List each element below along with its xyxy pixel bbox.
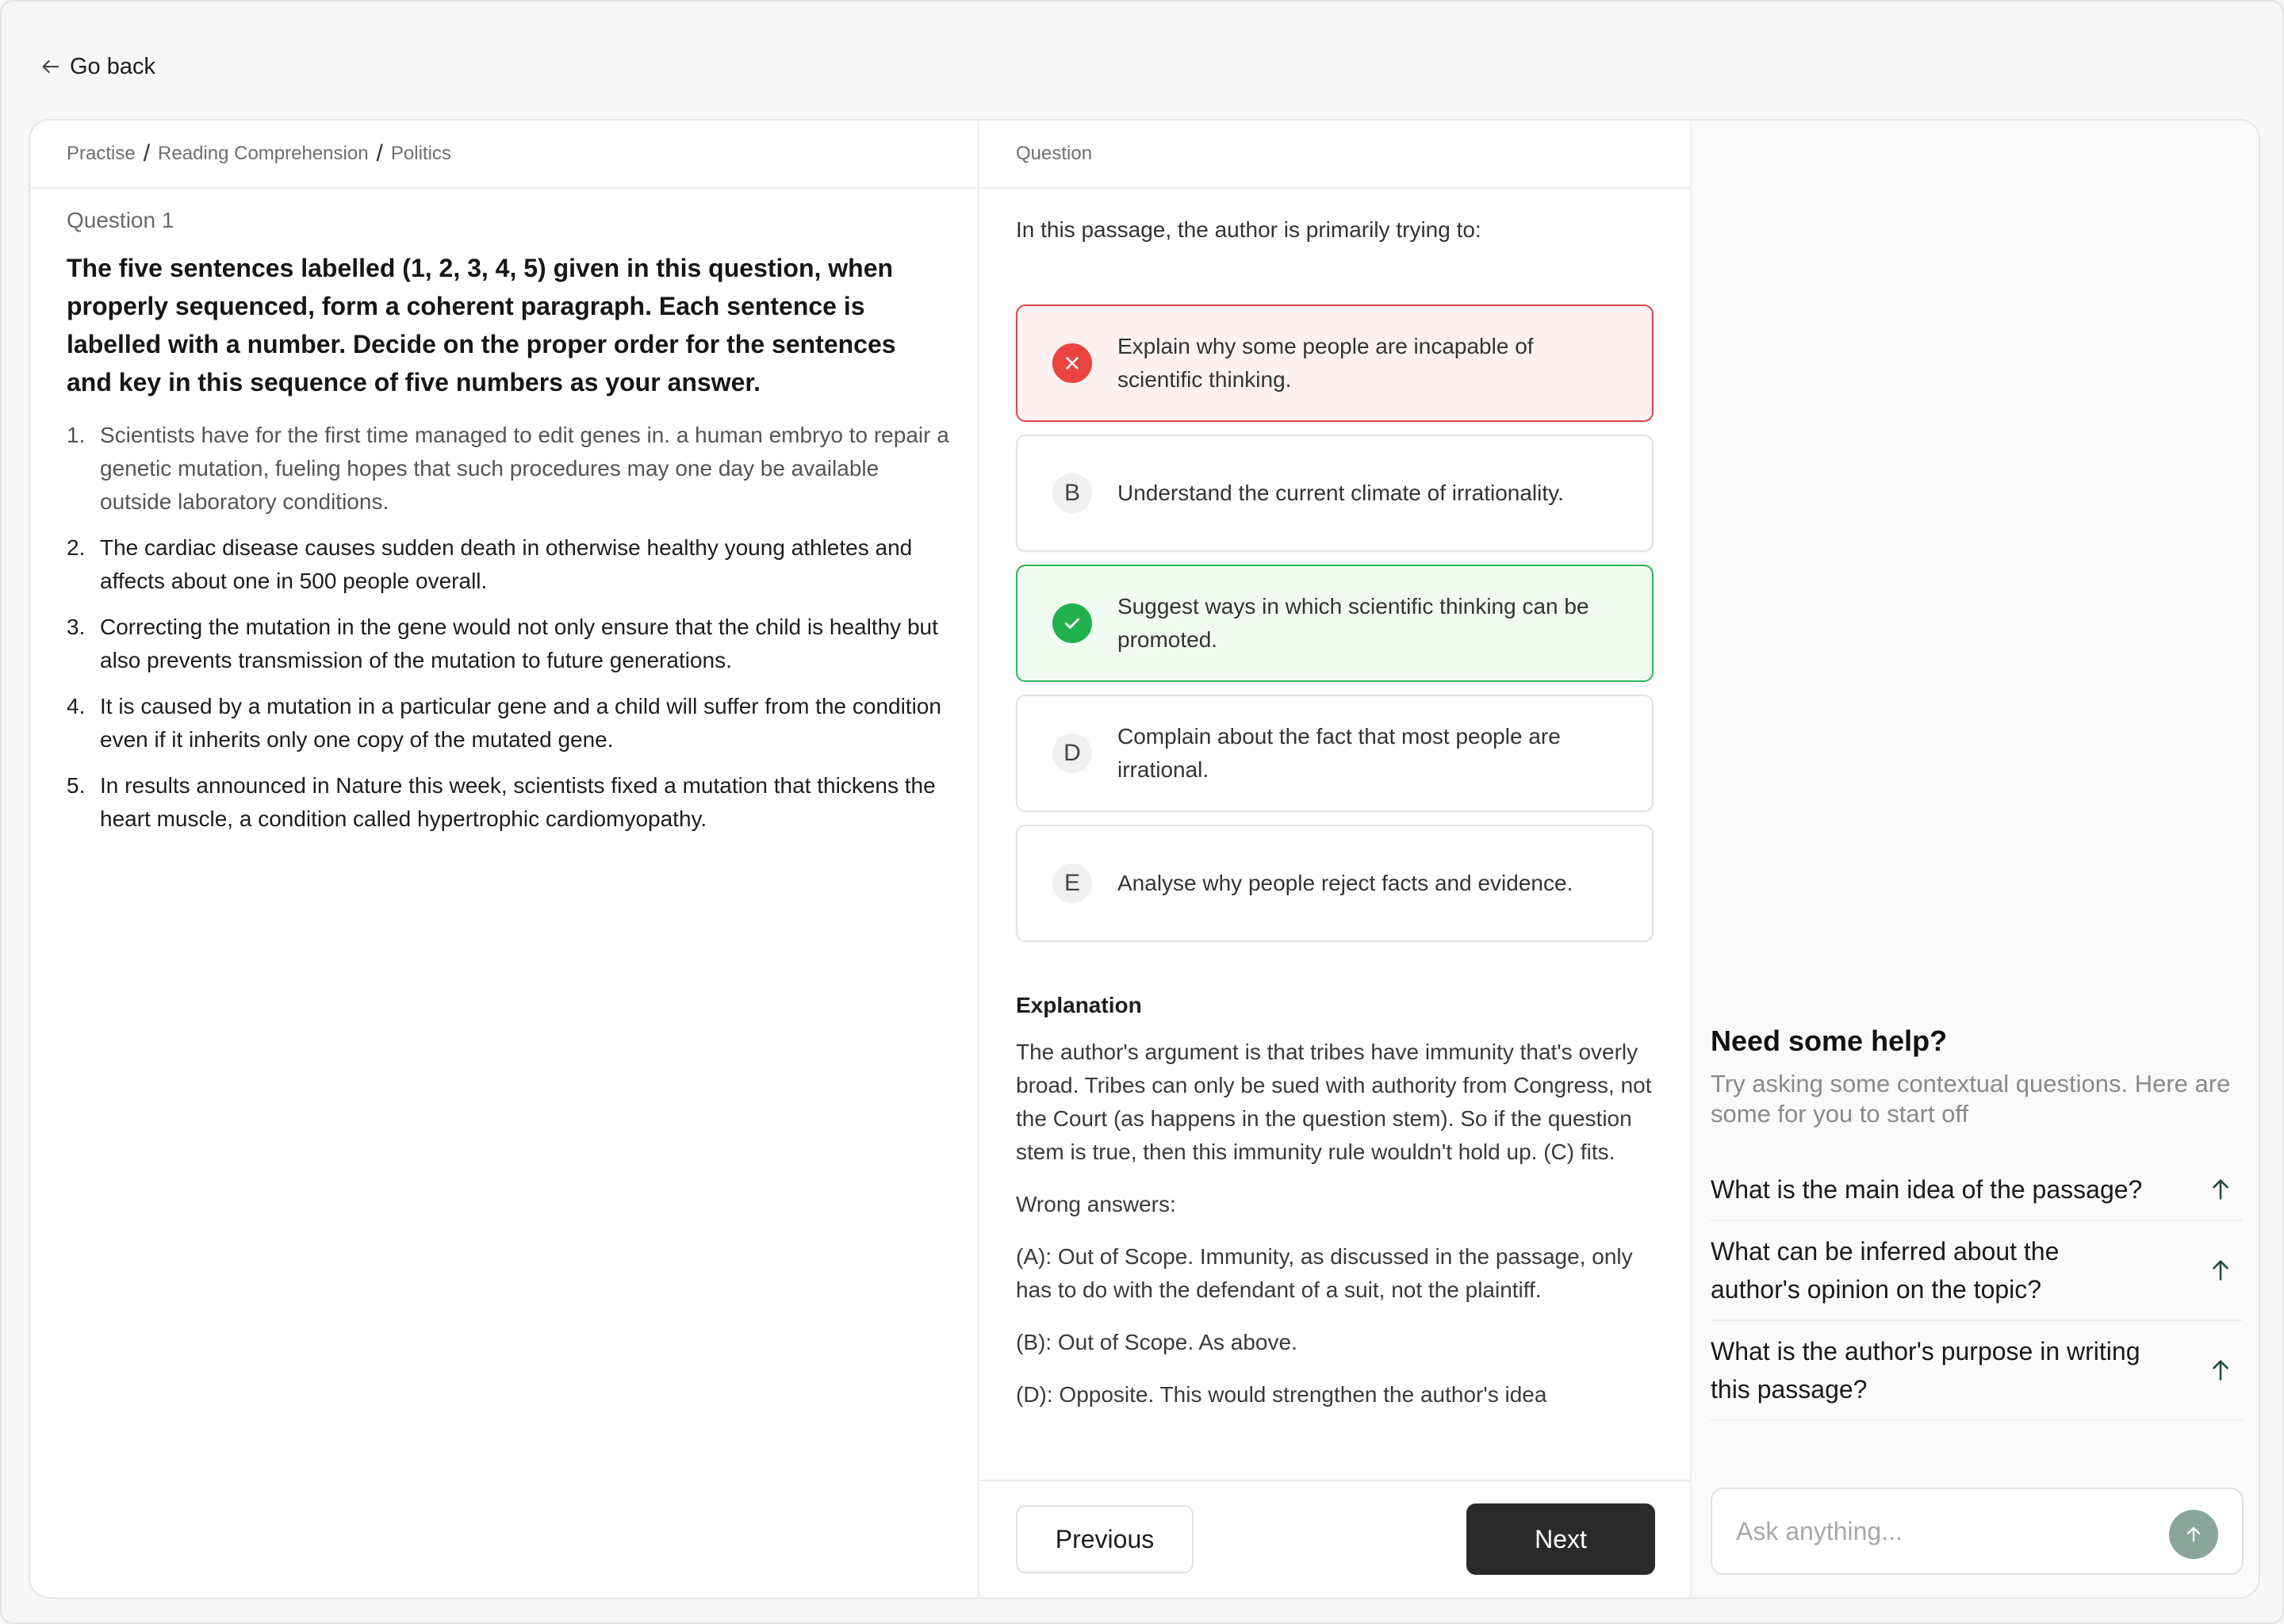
option-letter: E bbox=[1052, 864, 1092, 903]
breadcrumb-politics[interactable]: Politics bbox=[391, 143, 451, 165]
question-panel: Question In this passage, the author is … bbox=[979, 121, 1692, 1597]
option-c[interactable]: Suggest ways in which scientific thinkin… bbox=[1016, 565, 1654, 682]
sentence-text: The cardiac disease causes sudden death … bbox=[100, 535, 913, 593]
answer-options: Explain why some people are incapable of… bbox=[1016, 304, 1654, 955]
wrong-answer-icon bbox=[1052, 343, 1092, 383]
wrong-answers-heading: Wrong answers: bbox=[1016, 1192, 1176, 1216]
arrow-up-icon bbox=[2186, 1526, 2201, 1542]
sentence-text: Scientists have for the first time manag… bbox=[100, 423, 949, 514]
suggested-question-text: What is the author's purpose in writing … bbox=[1711, 1337, 2140, 1404]
help-subtitle: Try asking some contextual questions. He… bbox=[1711, 1070, 2231, 1128]
option-letter: B bbox=[1052, 473, 1092, 513]
sentence-list: 1. Scientists have for the first time man… bbox=[67, 419, 955, 848]
breadcrumb-reading-comprehension[interactable]: Reading Comprehension bbox=[158, 143, 369, 165]
suggested-question-text: What can be inferred about the author's … bbox=[1711, 1237, 2060, 1304]
breadcrumb-separator: / bbox=[376, 140, 383, 167]
option-b[interactable]: B Understand the current climate of irra… bbox=[1016, 435, 1654, 552]
wrong-answer-b: (B): Out of Scope. As above. bbox=[1016, 1330, 1297, 1354]
go-back-link[interactable]: Go back bbox=[40, 52, 155, 81]
breadcrumb-bar: Practise / Reading Comprehension / Polit… bbox=[30, 121, 978, 189]
option-text: Suggest ways in which scientific thinkin… bbox=[1117, 594, 1589, 652]
explanation-title: Explanation bbox=[1016, 993, 1142, 1017]
checkmark-icon bbox=[1052, 603, 1092, 643]
sentence-item: 3. Correcting the mutation in the gene wo… bbox=[67, 611, 955, 677]
sentence-number: 1. bbox=[67, 423, 86, 447]
question-header: Question bbox=[979, 121, 1690, 189]
suggested-questions: What is the main idea of the passage? Wh… bbox=[1711, 1159, 2242, 1421]
go-back-label: Go back bbox=[70, 53, 155, 79]
sentence-number: 3. bbox=[67, 615, 86, 639]
option-text: Complain about the fact that most people… bbox=[1117, 724, 1561, 782]
arrow-left-icon bbox=[42, 59, 59, 74]
wrong-answer-a: (A): Out of Scope. Immunity, as discusse… bbox=[1016, 1244, 1633, 1302]
sentence-text: It is caused by a mutation in a particul… bbox=[100, 694, 941, 752]
ask-input[interactable] bbox=[1736, 1516, 2148, 1546]
help-panel: Need some help? Try asking some contextu… bbox=[1692, 121, 2259, 1597]
help-title: Need some help? bbox=[1711, 1025, 1948, 1057]
wrong-answer-d: (D): Opposite. This would strengthen the… bbox=[1016, 1382, 1547, 1407]
suggested-question-text: What is the main idea of the passage? bbox=[1711, 1175, 2143, 1204]
sentence-number: 4. bbox=[67, 694, 86, 718]
option-a[interactable]: Explain why some people are incapable of… bbox=[1016, 304, 1654, 422]
arrow-up-icon bbox=[2213, 1360, 2228, 1381]
ask-input-box bbox=[1711, 1488, 2244, 1575]
sentence-item: 5. In results announced in Nature this we… bbox=[67, 769, 955, 836]
suggested-question[interactable]: What is the author's purpose in writing … bbox=[1711, 1321, 2242, 1421]
practice-card: Practise / Reading Comprehension / Polit… bbox=[29, 119, 2260, 1599]
option-e[interactable]: E Analyse why people reject facts and ev… bbox=[1016, 825, 1654, 942]
question-nav-bar: Previous Next bbox=[979, 1480, 1690, 1597]
sentence-text: In results announced in Nature this week… bbox=[100, 773, 936, 831]
question-number: Question 1 bbox=[67, 208, 174, 232]
sentence-number: 2. bbox=[67, 535, 86, 560]
breadcrumb-practise[interactable]: Practise bbox=[67, 143, 136, 165]
suggested-question[interactable]: What can be inferred about the author's … bbox=[1711, 1221, 2242, 1321]
arrow-up-icon bbox=[2213, 1260, 2228, 1281]
question-prompt: In this passage, the author is primarily… bbox=[1016, 217, 1481, 242]
sentence-item: 1. Scientists have for the first time man… bbox=[67, 419, 955, 519]
option-letter: D bbox=[1052, 733, 1092, 773]
next-button[interactable]: Next bbox=[1466, 1503, 1655, 1575]
send-button[interactable] bbox=[2169, 1510, 2218, 1559]
previous-button[interactable]: Previous bbox=[1016, 1505, 1194, 1573]
question-title: The five sentences labelled (1, 2, 3, 4,… bbox=[67, 254, 896, 396]
breadcrumb-separator: / bbox=[143, 140, 151, 167]
sentence-item: 4. It is caused by a mutation in a partic… bbox=[67, 690, 955, 756]
sentence-item: 2. The cardiac disease causes sudden deat… bbox=[67, 531, 955, 598]
option-text: Understand the current climate of irrati… bbox=[1117, 481, 1564, 505]
app-window: Go back Practise / Reading Comprehension… bbox=[0, 0, 2284, 1624]
option-text: Analyse why people reject facts and evid… bbox=[1117, 871, 1573, 895]
sentence-number: 5. bbox=[67, 773, 86, 798]
explanation-body: The author's argument is that tribes hav… bbox=[1016, 1040, 1652, 1164]
breadcrumb: Practise / Reading Comprehension / Polit… bbox=[67, 140, 451, 167]
sentence-text: Correcting the mutation in the gene woul… bbox=[100, 615, 938, 672]
arrow-up-icon bbox=[2213, 1179, 2228, 1200]
option-d[interactable]: D Complain about the fact that most peop… bbox=[1016, 695, 1654, 812]
option-text: Explain why some people are incapable of… bbox=[1117, 334, 1534, 392]
passage-panel: Practise / Reading Comprehension / Polit… bbox=[30, 121, 979, 1597]
suggested-question[interactable]: What is the main idea of the passage? bbox=[1711, 1159, 2242, 1221]
